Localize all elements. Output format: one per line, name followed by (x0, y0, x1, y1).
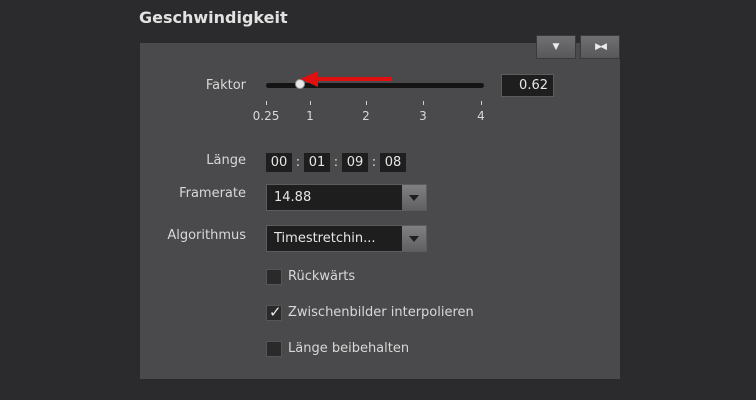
slider-tick (481, 101, 482, 105)
slider-tick (366, 101, 367, 105)
timecode-separator: : (371, 155, 377, 170)
reverse-checkbox[interactable] (266, 269, 282, 285)
algorithm-dropdown-button[interactable] (402, 226, 426, 251)
keep-length-label: Länge beibehalten (288, 341, 410, 356)
panel-title: Geschwindigkeit (139, 8, 288, 27)
timecode-minutes[interactable]: 01 (304, 153, 330, 172)
timecode-separator: : (295, 155, 301, 170)
framerate-select[interactable]: 14.88 (266, 184, 427, 211)
timecode-hours[interactable]: 00 (266, 153, 292, 172)
slider-tick (310, 101, 311, 105)
algorithm-value: Timestretchin... (274, 231, 376, 246)
slider-tick-label: 2 (362, 109, 370, 123)
slider-tick (266, 101, 267, 105)
slider-tick-label: 0.25 (252, 109, 280, 123)
length-label: Länge (206, 153, 246, 168)
timecode-separator: : (333, 155, 339, 170)
dropdown-button[interactable]: ▼ (536, 35, 576, 59)
red-arrow-annotation (300, 71, 392, 87)
interpolate-frames-label: Zwischenbilder interpolieren (288, 305, 474, 320)
interpolate-frames-checkbox[interactable]: ✓ (266, 303, 282, 321)
slider-tick (423, 101, 424, 105)
triangle-down-icon: ▼ (552, 42, 560, 52)
timecode-seconds[interactable]: 09 (342, 153, 368, 172)
checkmark-icon: ✓ (269, 303, 282, 321)
framerate-value: 14.88 (274, 190, 312, 205)
timecode-frames[interactable]: 08 (380, 153, 406, 172)
collapse-arrows-icon: ▶◀ (595, 42, 607, 52)
speed-panel: ▼ ▶◀ Faktor 0.25 1 2 3 4 0.62 Länge 00 : 01 … (139, 35, 621, 380)
slider-tick-label: 1 (306, 109, 314, 123)
reverse-label: Rückwärts (288, 269, 356, 284)
framerate-dropdown-button[interactable] (402, 185, 426, 210)
collapse-button[interactable]: ▶◀ (580, 35, 620, 59)
chevron-down-icon (409, 235, 419, 242)
framerate-label: Framerate (179, 186, 246, 201)
algorithm-label: Algorithmus (167, 228, 246, 243)
factor-value-input[interactable]: 0.62 (501, 74, 554, 97)
algorithm-select[interactable]: Timestretchin... (266, 225, 427, 252)
keep-length-checkbox[interactable] (266, 341, 282, 357)
chevron-down-icon (409, 194, 419, 201)
slider-tick-label: 3 (419, 109, 427, 123)
slider-tick-label: 4 (477, 109, 485, 123)
length-timecode[interactable]: 00 : 01 : 09 : 08 (266, 153, 406, 172)
factor-label: Faktor (205, 78, 246, 93)
